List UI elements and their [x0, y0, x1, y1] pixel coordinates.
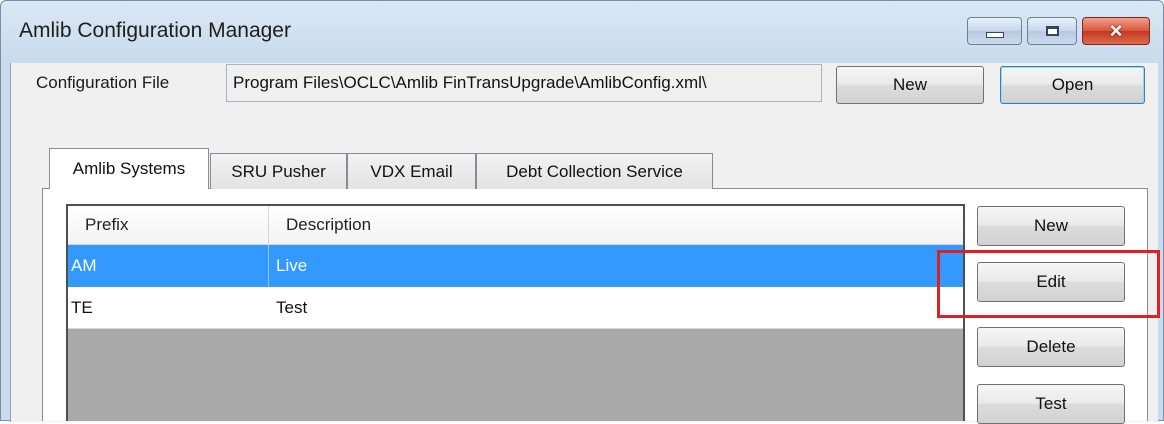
table-row[interactable]: TE Test [68, 287, 963, 329]
tab-debt-collection-service[interactable]: Debt Collection Service [476, 153, 713, 189]
new-system-button[interactable]: New [977, 206, 1125, 246]
new-config-button[interactable]: New [836, 66, 984, 104]
grid-header: Prefix Description [68, 206, 963, 245]
tab-sru-pusher[interactable]: SRU Pusher [210, 153, 347, 189]
close-icon: × [1109, 18, 1123, 43]
maximize-button[interactable] [1027, 17, 1077, 45]
cell-description: Live [276, 256, 308, 275]
title-bar[interactable]: Amlib Configuration Manager × [1, 1, 1163, 63]
column-header-description[interactable]: Description [269, 206, 963, 244]
cell-prefix: TE [71, 298, 93, 317]
configuration-file-label: Configuration File [36, 73, 170, 92]
table-row[interactable]: AM Live [68, 245, 963, 287]
close-button[interactable]: × [1082, 17, 1150, 45]
tab-amlib-systems[interactable]: Amlib Systems [49, 148, 209, 189]
minimize-button[interactable] [967, 17, 1022, 45]
delete-system-button[interactable]: Delete [977, 327, 1125, 367]
minimize-icon [985, 32, 1004, 38]
test-system-button[interactable]: Test [977, 384, 1125, 424]
configuration-file-path[interactable]: \Program Files\OCLC\Amlib FinTransUpgrad… [226, 64, 822, 102]
cell-prefix: AM [68, 245, 269, 287]
cell-description: Test [276, 298, 308, 317]
column-header-prefix[interactable]: Prefix [68, 206, 269, 244]
maximize-icon [1045, 26, 1059, 36]
window-title: Amlib Configuration Manager [19, 19, 291, 42]
tab-vdx-email[interactable]: VDX Email [347, 153, 476, 189]
edit-highlight-annotation [937, 250, 1160, 318]
open-config-button[interactable]: Open [1000, 66, 1145, 104]
systems-grid[interactable]: Prefix Description AM Live TE Test [66, 204, 965, 421]
